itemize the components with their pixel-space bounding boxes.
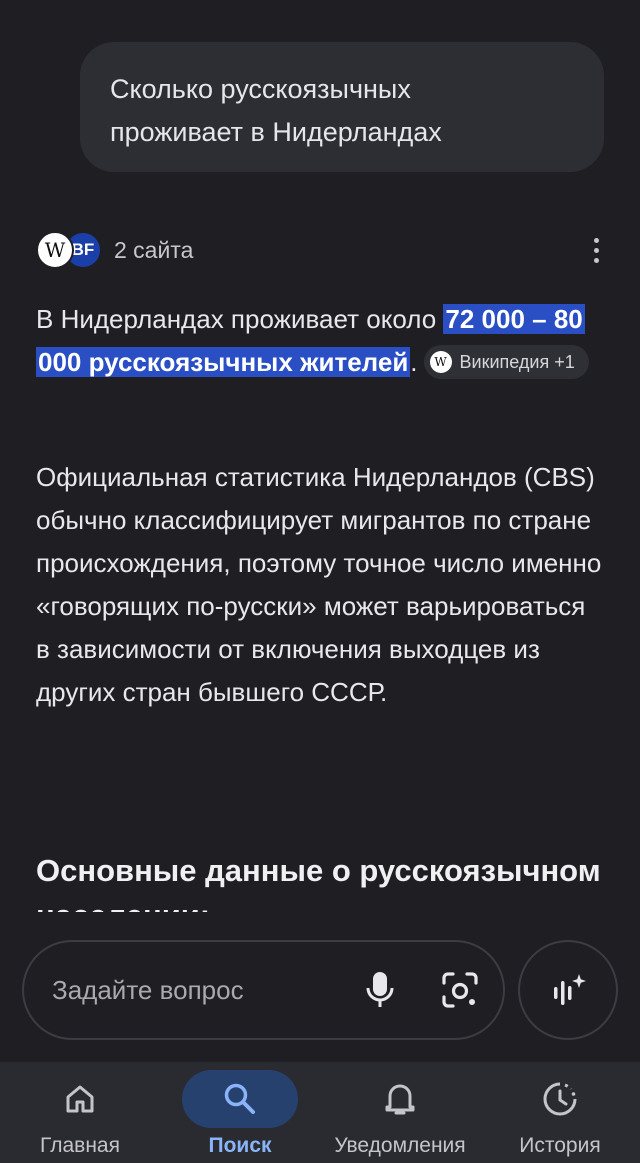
sparkle-waveform-icon [554,974,586,1005]
bottom-navigation: Главная Поиск Уведомления История [0,1062,640,1163]
ask-question-bar[interactable] [22,940,505,1040]
answer-lead-prefix: В Нидерландах проживает около [36,304,444,334]
nav-item-home[interactable]: Главная [0,1062,160,1163]
nav-label-home: Главная [40,1134,120,1157]
nav-label-search: Поиск [208,1134,272,1157]
query-text-line-1: Сколько русскоязычных [110,74,411,104]
nav-label-history: История [519,1134,601,1157]
answer-body-paragraph: Официальная статистика Нидерландов (CBS)… [36,462,602,707]
wikipedia-citation-icon: W [429,351,452,374]
user-query-bubble: Сколько русскоязычных проживает в Нидерл… [80,42,604,172]
sources-count-label[interactable]: 2 сайта [114,237,193,264]
nav-item-history[interactable]: История [480,1062,640,1163]
wikipedia-logo-icon: W [36,231,74,269]
home-icon [66,1085,94,1113]
ask-question-input[interactable] [52,974,342,1006]
answer-lead-suffix: . [410,347,418,377]
more-options-icon[interactable] [586,232,606,268]
microphone-icon[interactable] [350,960,410,1020]
answer-lead-paragraph: В Нидерландах проживает около 72 000 – 8… [36,298,606,384]
nav-item-notifications[interactable]: Уведомления [320,1062,480,1163]
camera-lens-icon[interactable] [430,960,490,1020]
sources-row[interactable]: W BF 2 сайта [36,230,606,270]
nav-item-search[interactable]: Поиск [160,1062,320,1163]
citation-chip[interactable]: W Википедия +1 [423,345,589,380]
search-icon [224,1083,255,1114]
query-text-line-2: проживает в Нидерландах [110,117,442,147]
ai-mode-button[interactable] [518,940,618,1040]
citation-chip-label: Википедия +1 [459,351,575,372]
bell-icon [385,1084,415,1115]
history-icon [543,1082,577,1116]
nav-label-notifications: Уведомления [334,1134,466,1157]
